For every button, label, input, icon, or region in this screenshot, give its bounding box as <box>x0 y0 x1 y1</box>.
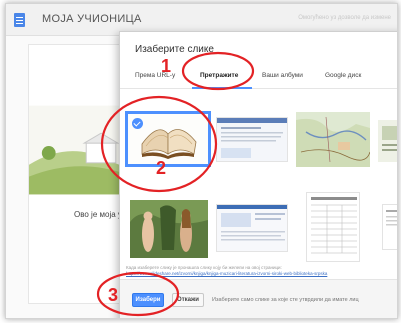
select-button[interactable]: Изабери <box>132 293 164 307</box>
partial-image <box>378 120 397 162</box>
source-link[interactable]: https://www.slideshare.net/izvorni/knjig… <box>126 271 327 276</box>
image-result-partial[interactable] <box>378 120 397 162</box>
image-result-map[interactable] <box>296 112 370 167</box>
annotation-number-3: 3 <box>108 285 119 305</box>
image-results-grid <box>120 92 397 292</box>
app-title: МОЈА УЧИОНИЦА <box>42 13 142 25</box>
image-result-partial-document[interactable] <box>382 204 397 250</box>
dialog-footer: Изабери Откажи Изаберите само слике за к… <box>120 279 397 318</box>
screenshot-image <box>217 118 287 161</box>
tab-your-albums[interactable]: Ваши албуми <box>262 72 303 79</box>
image-result-open-book[interactable] <box>125 111 211 167</box>
annotation-number-2: 2 <box>156 158 167 178</box>
license-note: Изаберите само слике за које сте утврдил… <box>212 297 359 303</box>
selection-hint: Када изаберете слику је пронашла слику к… <box>126 265 282 270</box>
image-result-painting[interactable] <box>130 200 208 258</box>
cancel-button[interactable]: Откажи <box>172 293 204 307</box>
app-window: МОЈА УЧИОНИЦА Омогућено уз дозволе да из… <box>5 3 398 319</box>
web-page-image <box>217 205 287 251</box>
active-tab-indicator <box>192 87 252 89</box>
table-image <box>307 193 359 261</box>
painting-image <box>130 200 208 258</box>
partial-document-image <box>383 205 397 249</box>
document-icon <box>14 13 25 27</box>
map-image <box>296 112 370 167</box>
selected-check-icon <box>132 118 143 129</box>
image-result-table[interactable] <box>306 192 360 262</box>
dialog-title: Изаберите слике <box>135 44 214 55</box>
tab-google-drive[interactable]: Google диск <box>325 72 361 79</box>
header-note: Омогућено уз дозволе да измене <box>298 15 391 21</box>
background-text: Ово је моја у <box>74 210 122 219</box>
image-result-web-page[interactable] <box>216 204 288 252</box>
annotation-number-1: 1 <box>161 56 172 76</box>
tab-search[interactable]: Претражите <box>200 72 238 79</box>
image-result-screenshot[interactable] <box>216 117 288 162</box>
